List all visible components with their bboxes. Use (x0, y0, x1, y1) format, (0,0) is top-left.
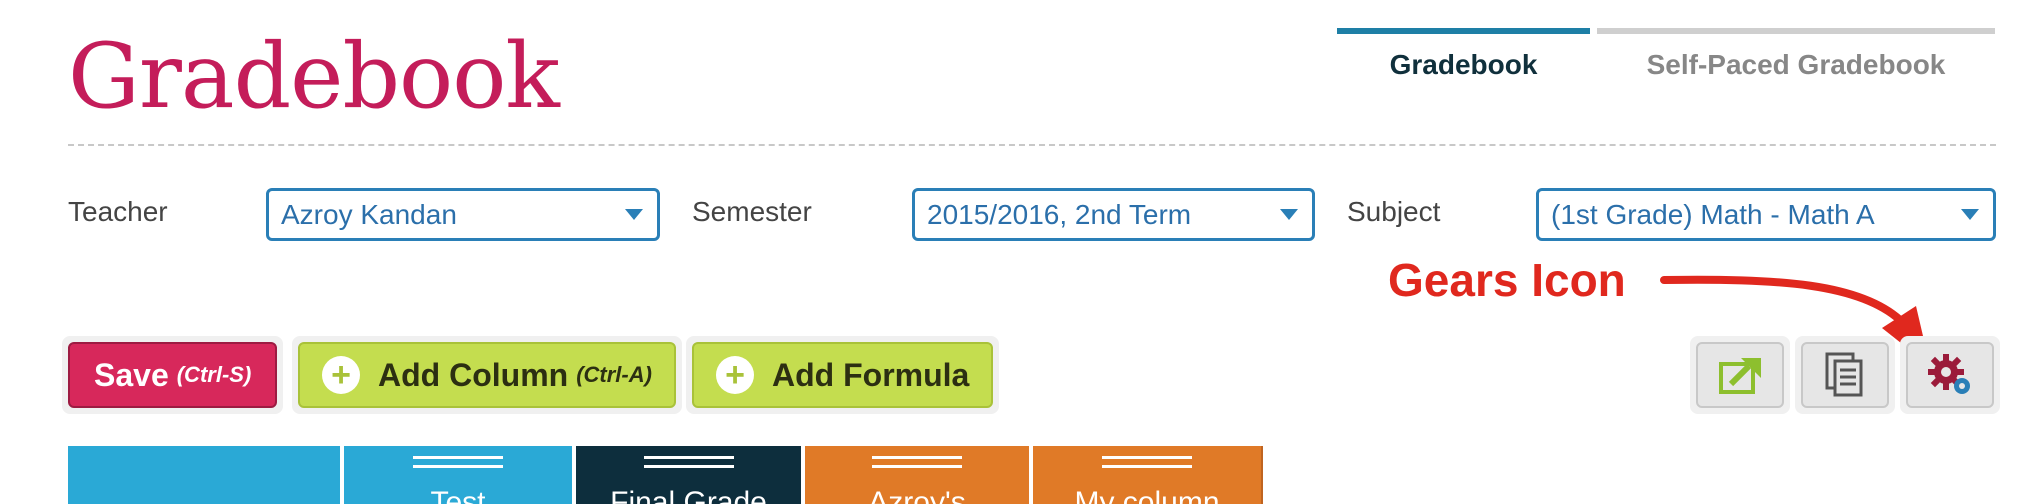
plus-icon: + (322, 356, 360, 394)
semester-select[interactable]: 2015/2016, 2nd Term (912, 188, 1315, 241)
column-header-azroys[interactable]: Azroy's (805, 446, 1033, 504)
copy-button[interactable] (1801, 342, 1889, 408)
subject-select[interactable]: (1st Grade) Math - Math A (1536, 188, 1996, 241)
tab-self-paced-gradebook[interactable]: Self-Paced Gradebook (1597, 28, 1995, 96)
add-formula-button-wrap: + Add Formula (686, 336, 1000, 414)
add-column-button[interactable]: + Add Column (Ctrl-A) (298, 342, 676, 408)
column-header-my-column[interactable]: My column (1033, 446, 1263, 504)
teacher-select[interactable]: Azroy Kandan (266, 188, 660, 241)
save-button[interactable]: Save (Ctrl-S) (68, 342, 278, 408)
add-column-button-wrap: + Add Column (Ctrl-A) (292, 336, 682, 414)
drag-handle-icon[interactable] (643, 456, 734, 474)
chevron-down-icon (1280, 209, 1298, 220)
add-formula-button[interactable]: + Add Formula (692, 342, 994, 408)
plus-icon: + (716, 356, 754, 394)
subject-label: Subject (1347, 196, 1441, 227)
column-header-final-grade[interactable]: Final Grade (576, 446, 805, 504)
export-icon (1719, 358, 1761, 394)
save-shortcut-hint: (Ctrl-S) (176, 362, 252, 387)
drag-handle-icon[interactable] (872, 456, 962, 474)
gears-icon (1928, 354, 1970, 394)
column-header-label: Azroy's (868, 486, 966, 504)
page-title: Gradebook (68, 24, 560, 129)
drag-handle-icon[interactable] (1102, 456, 1192, 474)
chevron-down-icon (1961, 209, 1979, 220)
save-button-wrap: Save (Ctrl-S) (62, 336, 284, 414)
annotation-label: Gears Icon (1388, 254, 1626, 306)
tab-gradebook-label: Gradebook (1389, 49, 1538, 80)
column-header-label: My column (1074, 486, 1220, 504)
export-button-wrap (1690, 336, 1790, 414)
semester-select-value: 2015/2016, 2nd Term (927, 198, 1192, 230)
export-button[interactable] (1696, 342, 1784, 408)
add-column-shortcut-hint: (Ctrl-A) (576, 362, 652, 387)
subject-select-value: (1st Grade) Math - Math A (1551, 198, 1875, 230)
tab-gradebook[interactable]: Gradebook (1337, 28, 1590, 96)
add-column-label: Add Column (378, 356, 569, 393)
column-header-test[interactable]: Test (344, 446, 576, 504)
column-header-blank (68, 446, 344, 504)
drag-handle-icon[interactable] (413, 456, 503, 474)
chevron-down-icon (625, 209, 643, 220)
header-divider (68, 144, 1996, 146)
tab-self-paced-label: Self-Paced Gradebook (1646, 49, 1946, 80)
column-header-label: Test (430, 486, 486, 504)
add-formula-label: Add Formula (772, 356, 970, 393)
teacher-select-value: Azroy Kandan (281, 198, 457, 230)
column-header-label: Final Grade (610, 486, 767, 504)
semester-label: Semester (692, 196, 812, 227)
gears-button[interactable] (1906, 342, 1994, 408)
copy-pages-icon (1825, 352, 1863, 397)
save-label: Save (94, 356, 169, 393)
gears-button-wrap (1900, 336, 2000, 414)
teacher-label: Teacher (68, 196, 168, 227)
copy-button-wrap (1795, 336, 1895, 414)
